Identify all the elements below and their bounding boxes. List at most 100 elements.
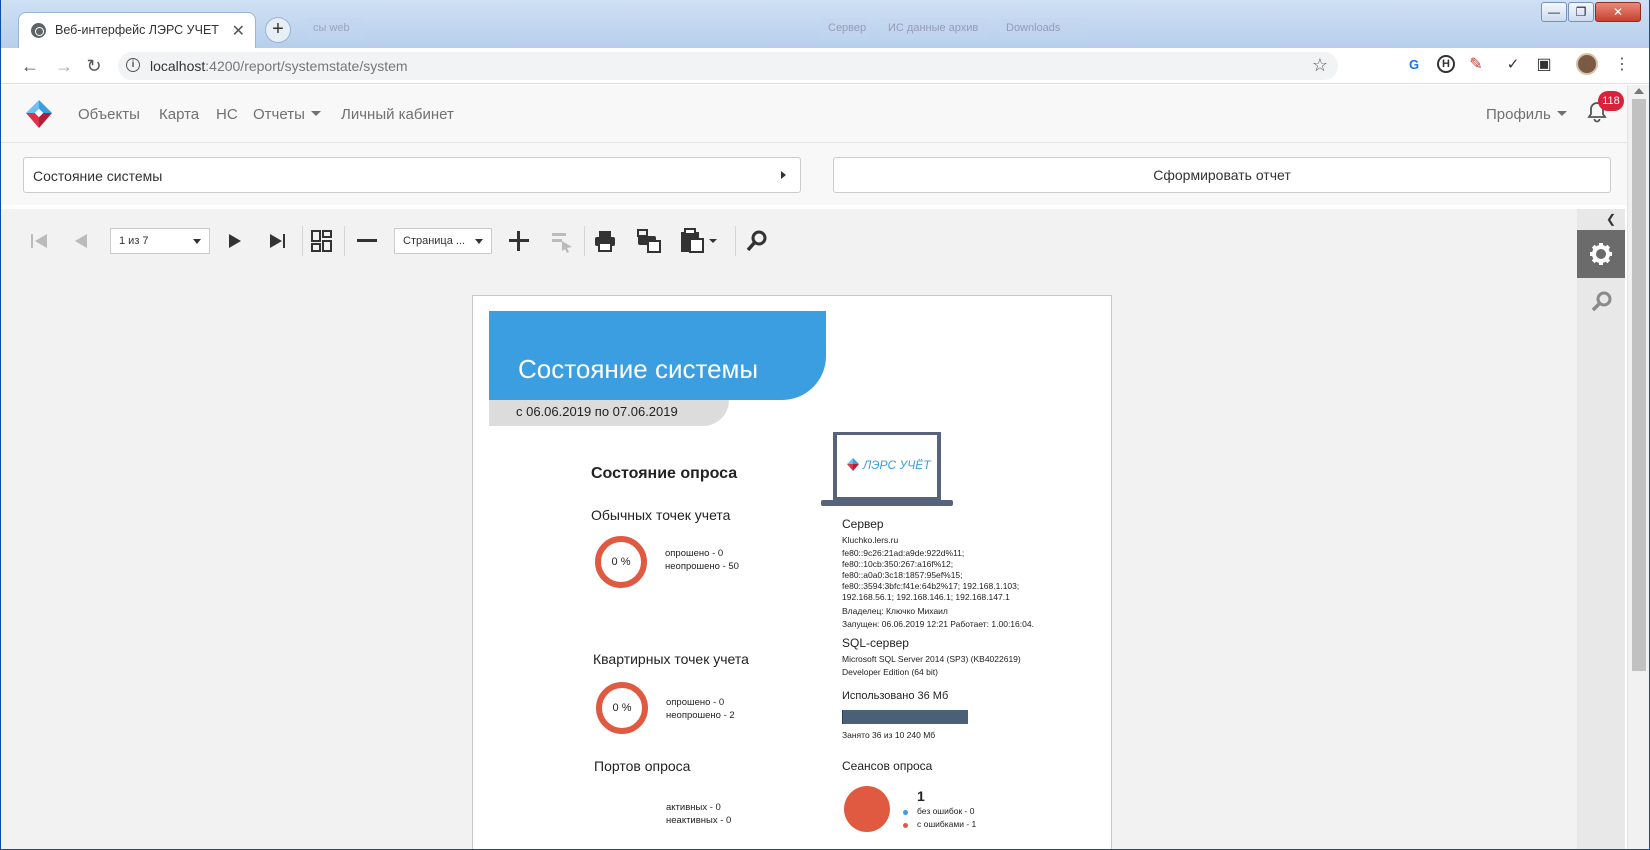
zoom-in-icon[interactable] xyxy=(502,224,536,258)
chevron-down-icon xyxy=(1556,111,1567,116)
last-page-icon[interactable] xyxy=(261,224,295,258)
apartment-points-ring: 0 % xyxy=(596,682,648,734)
sessions-count: 1 xyxy=(917,788,925,804)
export-icon[interactable] xyxy=(676,224,722,258)
translate-extension-icon[interactable]: G xyxy=(1404,55,1424,75)
toolbar-divider xyxy=(302,226,303,256)
nav-reports[interactable]: Отчеты xyxy=(253,106,321,123)
legend-dot-ok xyxy=(903,810,908,815)
search-icon[interactable] xyxy=(740,224,774,258)
server-address: fe80::9c26:21ad:a9de:922d%11; xyxy=(842,548,965,558)
apartment-points-label: Квартирных точек учета xyxy=(593,651,749,667)
new-tab-button[interactable]: + xyxy=(265,17,291,43)
settings-gear-icon[interactable] xyxy=(1577,230,1625,278)
print-icon[interactable] xyxy=(588,224,622,258)
report-period: с 06.06.2019 по 07.06.2019 xyxy=(516,404,678,419)
forward-arrow-icon[interactable]: → xyxy=(52,56,76,77)
toolbar-divider xyxy=(584,226,585,256)
report-select-value: Состояние системы xyxy=(33,168,163,184)
bookmark-star-icon[interactable]: ☆ xyxy=(1312,55,1328,76)
address-bar[interactable]: i localhost:4200/report/systemstate/syst… xyxy=(118,52,1338,80)
server-address: fe80::10cb:350:267:a16f%12; xyxy=(842,559,954,569)
page-select[interactable]: 1 из 7 xyxy=(110,228,210,254)
background-tab[interactable]: Downloads xyxy=(998,18,1088,40)
tab-title: Веб-интерфейс ЛЭРС УЧЕТ xyxy=(55,23,219,37)
sql-server-label: SQL-сервер xyxy=(842,636,909,650)
maximize-button[interactable]: ❐ xyxy=(1568,2,1594,22)
report-title: Состояние системы xyxy=(518,354,759,384)
h-extension-icon[interactable]: H xyxy=(1437,55,1455,73)
next-page-icon[interactable] xyxy=(218,224,252,258)
nav-profile[interactable]: Профиль xyxy=(1486,106,1567,123)
print-page-icon[interactable] xyxy=(632,224,666,258)
tab-close-icon[interactable]: ✕ xyxy=(232,21,245,41)
nav-map[interactable]: Карта xyxy=(159,106,199,123)
globe-icon xyxy=(31,23,46,38)
regular-polled: опрошено - 0 xyxy=(665,548,724,559)
panel-search-icon[interactable] xyxy=(1577,278,1625,326)
server-address: 192.168.56.1; 192.168.146.1; 192.168.147… xyxy=(842,592,1010,602)
browser-tab[interactable]: Веб-интерфейс ЛЭРС УЧЕТ ✕ xyxy=(18,12,256,48)
nav-objects[interactable]: Объекты xyxy=(78,106,140,123)
background-tab[interactable]: ИС данные архив xyxy=(880,18,990,40)
server-started: Запущен: 06.06.2019 12:21 Работает: 1.00… xyxy=(842,619,1034,629)
first-page-icon[interactable] xyxy=(22,224,56,258)
zoom-out-icon[interactable] xyxy=(350,224,384,258)
make-report-button[interactable]: Сформировать отчет xyxy=(833,157,1611,193)
laptop-logo-text: ЛЭРС УЧЁТ xyxy=(863,458,931,472)
zoom-select[interactable]: Страница ... xyxy=(394,228,492,254)
nav-ns[interactable]: НС xyxy=(216,106,238,123)
minimize-button[interactable]: — xyxy=(1541,2,1567,22)
background-tab[interactable]: сы web xyxy=(305,18,365,40)
apartment-polled: опрошено - 0 xyxy=(666,697,725,708)
page-scrollbar[interactable] xyxy=(1627,85,1649,850)
regular-points-ring: 0 % xyxy=(595,536,647,588)
sessions-ok: без ошибок - 0 xyxy=(917,806,975,816)
pdf-extension-icon[interactable]: ✎ xyxy=(1466,55,1486,75)
reload-icon[interactable]: ↻ xyxy=(82,56,106,77)
sessions-chart xyxy=(844,786,890,832)
info-icon[interactable]: i xyxy=(126,58,140,72)
report-select[interactable]: Состояние системы xyxy=(23,157,801,193)
chevron-down-icon xyxy=(310,111,321,116)
sql-used-label: Использовано 36 Мб xyxy=(842,690,949,702)
server-label: Сервер xyxy=(842,517,884,531)
toolbar-divider xyxy=(735,226,736,256)
server-host: Kluchko.lers.ru xyxy=(842,535,899,545)
regular-points-label: Обычных точек учета xyxy=(591,507,731,523)
app-navbar xyxy=(1,85,1627,143)
server-address: fe80::a0a0:3c18:1857:95ef%15; xyxy=(842,570,963,580)
nav-cabinet[interactable]: Личный кабинет xyxy=(341,106,454,123)
poll-state-heading: Состояние опроса xyxy=(591,465,738,482)
ports-label: Портов опроса xyxy=(594,758,691,774)
sessions-label: Сеансов опроса xyxy=(842,759,933,773)
lers-logo[interactable] xyxy=(26,100,52,128)
page-view-mode-icon[interactable] xyxy=(305,224,339,258)
back-arrow-icon[interactable]: ← xyxy=(18,56,42,77)
collapse-panel-icon[interactable]: ❮ xyxy=(1606,212,1616,226)
sql-edition: Developer Edition (64 bit) xyxy=(842,667,938,677)
regular-not-polled: неопрошено - 50 xyxy=(665,561,739,572)
screenshot-extension-icon[interactable]: ▣ xyxy=(1534,55,1554,75)
server-owner: Владелец: Ключко Михаил xyxy=(842,606,948,616)
sql-occupied: Занято 36 из 10 240 Мб xyxy=(842,730,936,740)
sessions-errors: с ошибками - 1 xyxy=(917,819,977,829)
legend-dot-error xyxy=(903,823,908,828)
ports-inactive: неактивных - 0 xyxy=(666,815,732,826)
ports-active: активных - 0 xyxy=(666,802,721,813)
select-tool-icon[interactable] xyxy=(545,224,579,258)
profile-avatar[interactable] xyxy=(1576,53,1598,75)
eyedropper-extension-icon[interactable]: ✓ xyxy=(1503,55,1523,75)
sql-version: Microsoft SQL Server 2014 (SP3) (KB40226… xyxy=(842,654,1021,664)
prev-page-icon[interactable] xyxy=(64,224,98,258)
window-close-button[interactable]: ✕ xyxy=(1595,2,1641,22)
toolbar-divider xyxy=(344,226,345,256)
notification-badge[interactable]: 118 xyxy=(1598,91,1624,111)
url-text: localhost:4200/report/systemstate/system xyxy=(150,58,408,74)
chevron-right-icon xyxy=(781,171,786,179)
background-tab[interactable]: Сервер xyxy=(820,18,870,40)
menu-dots-icon[interactable]: ⋮ xyxy=(1614,54,1630,74)
sql-usage-bar xyxy=(842,710,968,724)
apartment-not-polled: неопрошено - 2 xyxy=(666,710,735,721)
server-address: fe80::3594:3bfc:f41e:64b2%17; 192.168.1.… xyxy=(842,581,1020,591)
